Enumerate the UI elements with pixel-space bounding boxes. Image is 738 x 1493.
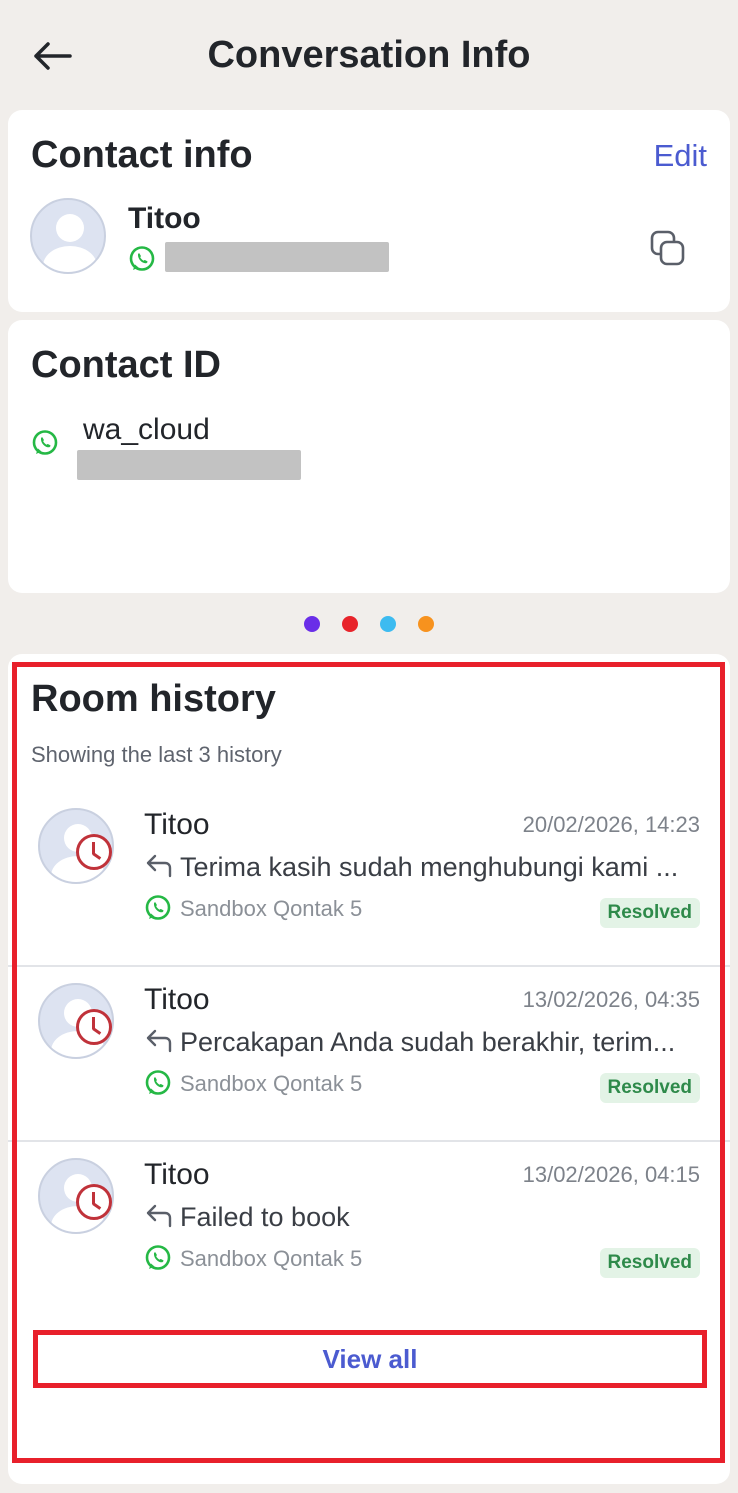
contact-id-channel-label: wa_cloud [83,413,210,446]
phone-number-redacted [165,242,389,272]
page-title: Conversation Info [207,34,531,76]
contact-name: Titoo [128,202,201,235]
carousel-pager [304,616,434,632]
copy-button[interactable] [650,230,686,268]
contact-id-card: Contact ID wa_cloud [8,320,730,593]
contact-id-title: Contact ID [31,344,221,386]
pager-dot[interactable] [418,616,434,632]
pager-dot[interactable] [304,616,320,632]
avatar [30,198,106,274]
contact-info-title: Contact info [31,134,253,176]
app-header: Conversation Info [0,0,738,110]
whatsapp-icon [32,430,58,455]
highlight-box [12,662,725,1463]
whatsapp-icon [129,246,155,271]
contact-info-card: Contact info Edit Titoo [8,110,730,312]
contact-id-redacted [77,450,301,480]
edit-button[interactable]: Edit [654,138,707,174]
pager-dot[interactable] [342,616,358,632]
pager-dot[interactable] [380,616,396,632]
copy-icon [650,230,685,266]
